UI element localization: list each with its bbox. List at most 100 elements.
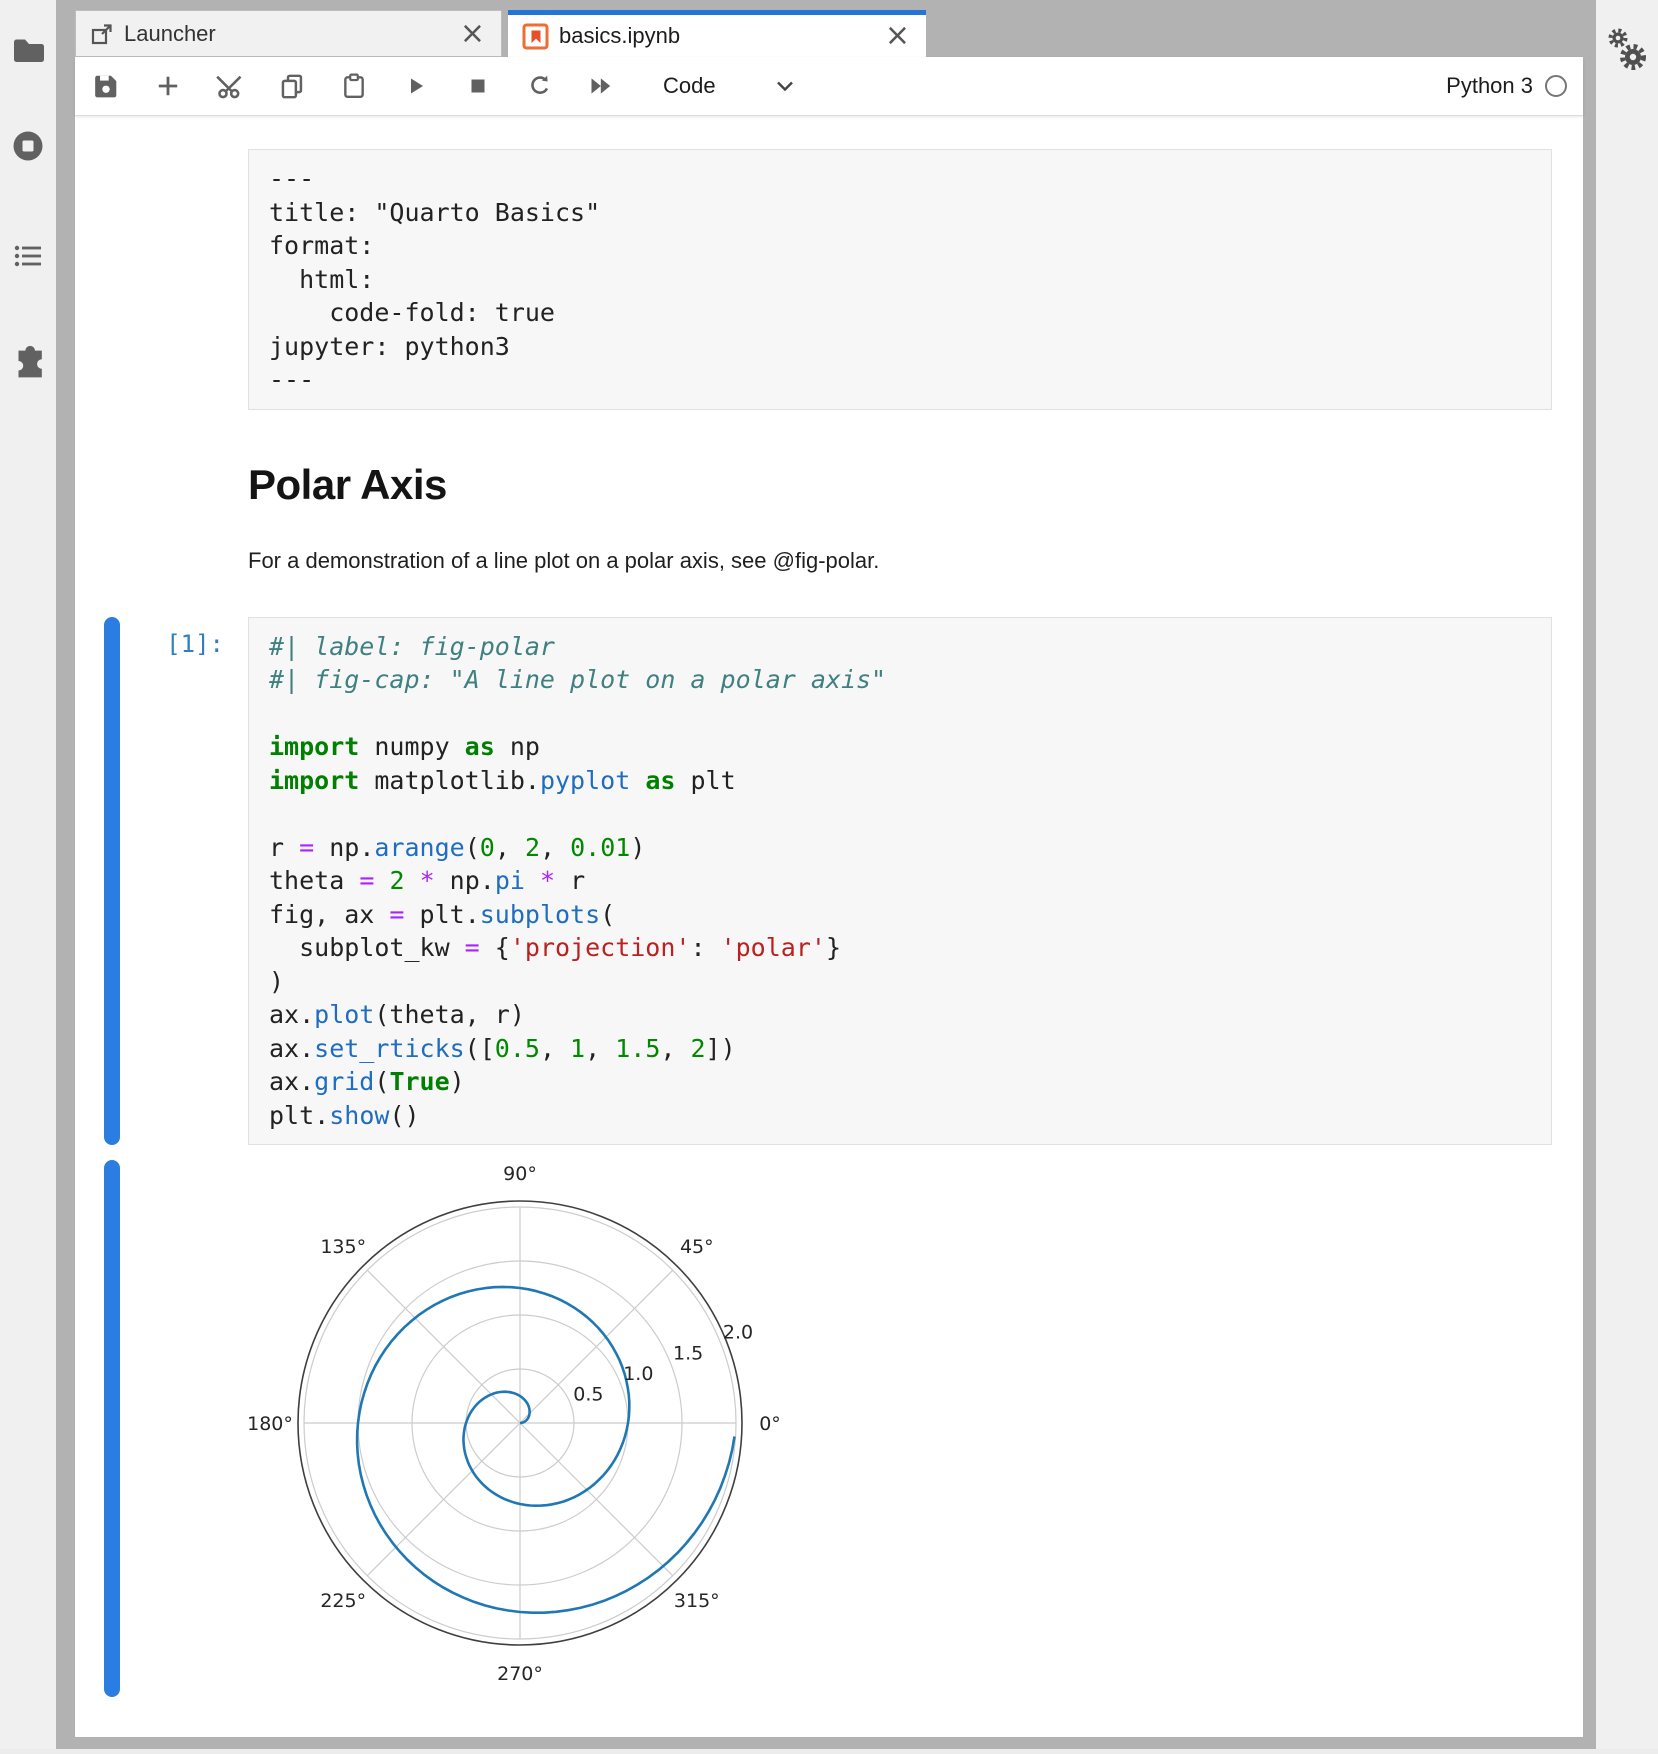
clipboard-icon xyxy=(341,73,367,99)
folder-icon xyxy=(10,32,46,68)
copy-icon xyxy=(279,73,306,100)
sidebar-item-extensions[interactable] xyxy=(9,342,47,380)
polar-plot: 0° 45° 90° 135° 180° 225° 270° 315° 0.5 1.0 1.5 2.0 xyxy=(248,1160,808,1700)
restart-kernel-button[interactable] xyxy=(523,66,557,106)
code-line: subplot_kw = {'projection': 'polar'} xyxy=(269,931,1531,965)
output-cell: 0° 45° 90° 135° 180° 225° 270° 315° 0.5 1.0 1.5 2.0 xyxy=(75,1160,1583,1700)
launcher-icon xyxy=(90,22,114,46)
theta-tick-label: 135° xyxy=(320,1236,366,1258)
sidebar-item-running-kernels[interactable] xyxy=(9,128,47,166)
code-line: #| label: fig-polar xyxy=(269,630,1531,664)
theta-tick-label: 0° xyxy=(759,1413,781,1435)
chevron-down-icon xyxy=(776,80,794,92)
run-icon xyxy=(404,74,428,98)
scissors-icon xyxy=(216,72,244,100)
r-tick-label: 2.0 xyxy=(723,1322,753,1344)
execution-count: [1]: xyxy=(166,630,224,658)
tab-close-button[interactable]: × xyxy=(458,19,487,49)
tab-basics-ipynb[interactable]: basics.ipynb × xyxy=(508,10,926,57)
copy-cells-button[interactable] xyxy=(275,66,309,106)
save-button[interactable] xyxy=(89,66,123,106)
code-line: r = np.arange(0, 2, 0.01) xyxy=(269,831,1531,865)
markdown-paragraph: For a demonstration of a line plot on a … xyxy=(248,546,1552,576)
puzzle-icon xyxy=(9,342,47,380)
theta-tick-label: 180° xyxy=(248,1413,293,1435)
r-tick-label: 1.5 xyxy=(673,1342,703,1364)
raw-line: html: xyxy=(269,263,1531,297)
notebook-icon xyxy=(522,23,549,50)
tab-label: basics.ipynb xyxy=(559,23,873,49)
output-collapser[interactable] xyxy=(104,1160,120,1697)
code-line: theta = 2 * np.pi * r xyxy=(269,864,1531,898)
kernel-name: Python 3 xyxy=(1446,73,1533,99)
polar-spiral xyxy=(357,1287,734,1613)
code-line: import matplotlib.pyplot as plt xyxy=(269,764,1531,798)
code-line: ) xyxy=(269,965,1531,999)
tab-label: Launcher xyxy=(124,21,448,47)
left-sidebar xyxy=(0,0,56,1754)
tab-bar: Launcher × basics.ipynb × xyxy=(75,10,1583,57)
theta-tick-label: 315° xyxy=(674,1590,720,1612)
raw-line: --- xyxy=(269,162,1531,196)
sidebar-item-file-browser[interactable] xyxy=(9,32,47,70)
cell-type-select[interactable]: Code xyxy=(663,73,794,99)
kernel-indicator[interactable]: Python 3 xyxy=(1446,73,1567,99)
cell-gutter xyxy=(75,149,248,410)
r-tick-label: 1.0 xyxy=(623,1363,653,1385)
sidebar-item-table-of-contents[interactable] xyxy=(9,238,47,276)
raw-line: jupyter: python3 xyxy=(269,330,1531,364)
jupyterlab-window: Launcher × basics.ipynb × xyxy=(0,0,1658,1754)
raw-line: title: "Quarto Basics" xyxy=(269,196,1531,230)
theta-tick-label: 270° xyxy=(497,1663,543,1685)
code-line: #| fig-cap: "A line plot on a polar axis… xyxy=(269,663,1531,697)
raw-line: format: xyxy=(269,229,1531,263)
cell-gutter xyxy=(75,1160,248,1700)
theta-tick-label: 45° xyxy=(680,1236,714,1258)
theta-tick-label: 90° xyxy=(503,1163,537,1185)
code-line: plt.show() xyxy=(269,1099,1531,1133)
kernel-status-icon xyxy=(1545,75,1567,97)
notebook-content: ---title: "Quarto Basics"format: html: c… xyxy=(75,116,1583,1737)
property-inspector-button[interactable] xyxy=(1604,20,1650,79)
code-line: ax.plot(theta, r) xyxy=(269,998,1531,1032)
code-cell-editor[interactable]: #| label: fig-polar#| fig-cap: "A line p… xyxy=(248,617,1552,1146)
cell-type-value: Code xyxy=(663,73,716,99)
raw-line: --- xyxy=(269,363,1531,397)
code-line: fig, ax = plt.subplots( xyxy=(269,898,1531,932)
paste-cells-button[interactable] xyxy=(337,66,371,106)
window-edge xyxy=(0,1749,1658,1754)
right-sidebar xyxy=(1596,0,1658,1754)
tab-launcher[interactable]: Launcher × xyxy=(75,10,502,57)
markdown-cell[interactable]: Polar Axis For a demonstration of a line… xyxy=(248,460,1552,576)
list-icon xyxy=(10,238,46,274)
code-line xyxy=(269,697,1531,731)
theta-tick-label: 225° xyxy=(320,1590,366,1612)
gears-icon xyxy=(1604,20,1650,76)
code-line: import numpy as np xyxy=(269,730,1531,764)
code-line: ax.set_rticks([0.5, 1, 1.5, 2]) xyxy=(269,1032,1531,1066)
raw-cell-editor[interactable]: ---title: "Quarto Basics"format: html: c… xyxy=(248,149,1552,410)
cell-gutter: [1]: xyxy=(75,617,248,1146)
raw-cell: ---title: "Quarto Basics"format: html: c… xyxy=(75,149,1583,410)
tab-close-button[interactable]: × xyxy=(883,21,912,51)
save-icon xyxy=(93,73,119,99)
restart-icon xyxy=(527,73,553,99)
fast-forward-icon xyxy=(588,72,616,100)
run-cell-button[interactable] xyxy=(399,66,433,106)
cut-cells-button[interactable] xyxy=(213,66,247,106)
code-line: ax.grid(True) xyxy=(269,1065,1531,1099)
markdown-heading: Polar Axis xyxy=(248,460,1552,510)
input-collapser[interactable] xyxy=(104,617,120,1146)
stop-circle-icon xyxy=(10,128,46,164)
interrupt-kernel-button[interactable] xyxy=(461,66,495,106)
notebook-toolbar: Code Python 3 xyxy=(75,57,1583,116)
restart-run-all-button[interactable] xyxy=(585,66,619,106)
r-tick-label: 0.5 xyxy=(573,1384,603,1406)
plus-icon xyxy=(155,73,181,99)
code-cell: [1]: #| label: fig-polar#| fig-cap: "A l… xyxy=(75,617,1583,1146)
raw-line: code-fold: true xyxy=(269,296,1531,330)
main-panel: Launcher × basics.ipynb × xyxy=(75,10,1583,1737)
insert-cell-button[interactable] xyxy=(151,66,185,106)
code-line xyxy=(269,797,1531,831)
stop-icon xyxy=(466,74,490,98)
